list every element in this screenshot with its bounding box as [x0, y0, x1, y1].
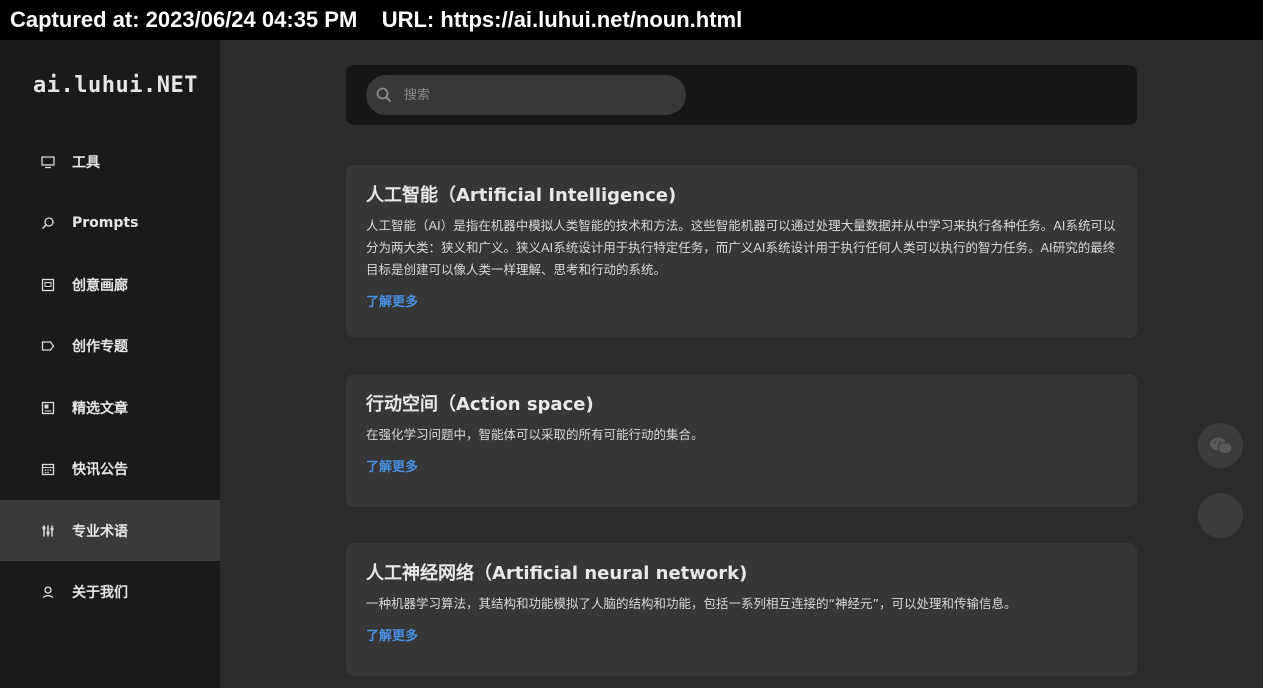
sidebar: ai.luhui.NET 工具 Prompts 创意画廊 创作专题 精选文章 快…	[0, 40, 220, 688]
term-title: 人工神经网络（Artificial neural network)	[366, 563, 748, 584]
term-description: 一种机器学习算法，其结构和功能模拟了人脑的结构和功能，包括一系列相互连接的“神经…	[366, 596, 1017, 611]
term-description: 在强化学习问题中，智能体可以采取的所有可能行动的集合。	[366, 427, 704, 442]
learn-more-link[interactable]: 了解更多	[366, 291, 418, 310]
sliders-icon	[40, 523, 56, 539]
sidebar-item-tools[interactable]: 工具	[0, 131, 220, 192]
search-icon	[376, 87, 392, 103]
main-content: 人工智能（Artificial Intelligence) 人工智能（AI）是指…	[220, 40, 1263, 688]
wechat-icon	[1209, 436, 1233, 456]
sidebar-item-about[interactable]: 关于我们	[0, 561, 220, 622]
wechat-button[interactable]	[1198, 423, 1243, 468]
sidebar-item-label: 创作专题	[72, 338, 128, 355]
tag-icon	[40, 338, 56, 354]
term-card: 人工智能（Artificial Intelligence) 人工智能（AI）是指…	[346, 165, 1137, 338]
user-icon	[40, 584, 56, 600]
sidebar-item-prompts[interactable]: Prompts	[0, 192, 220, 253]
sidebar-item-topics[interactable]: 创作专题	[0, 315, 220, 376]
search-box[interactable]	[366, 75, 686, 115]
term-title: 人工智能（Artificial Intelligence)	[366, 185, 677, 206]
back-to-top-button[interactable]	[1198, 493, 1243, 538]
learn-more-link[interactable]: 了解更多	[366, 625, 418, 644]
sidebar-item-glossary[interactable]: 专业术语	[0, 500, 220, 561]
calendar-icon	[40, 461, 56, 477]
term-card: 人工神经网络（Artificial neural network) 一种机器学习…	[346, 543, 1137, 676]
term-title: 行动空间（Action space)	[366, 394, 594, 415]
sidebar-item-label: 关于我们	[72, 584, 128, 601]
monitor-icon	[40, 154, 56, 170]
sidebar-item-news[interactable]: 快讯公告	[0, 438, 220, 499]
image-icon	[40, 277, 56, 293]
sidebar-item-label: 精选文章	[72, 400, 128, 417]
capture-banner: Captured at: 2023/06/24 04:35 PM URL: ht…	[0, 0, 1263, 40]
learn-more-link[interactable]: 了解更多	[366, 456, 418, 475]
search-input[interactable]	[404, 87, 664, 103]
news-icon	[40, 400, 56, 416]
sidebar-item-label: 创意画廊	[72, 277, 128, 294]
term-description: 人工智能（AI）是指在机器中模拟人类智能的技术和方法。这些智能机器可以通过处理大…	[366, 218, 1116, 277]
site-logo[interactable]: ai.luhui.NET	[33, 73, 198, 98]
search-icon	[40, 215, 56, 231]
sidebar-item-articles[interactable]: 精选文章	[0, 377, 220, 438]
sidebar-item-label: 专业术语	[72, 523, 128, 540]
sidebar-item-label: 快讯公告	[72, 461, 128, 478]
search-panel	[346, 65, 1137, 125]
sidebar-item-label: Prompts	[72, 214, 139, 231]
sidebar-item-gallery[interactable]: 创意画廊	[0, 254, 220, 315]
sidebar-item-label: 工具	[72, 154, 100, 171]
term-card: 行动空间（Action space) 在强化学习问题中，智能体可以采取的所有可能…	[346, 374, 1137, 507]
